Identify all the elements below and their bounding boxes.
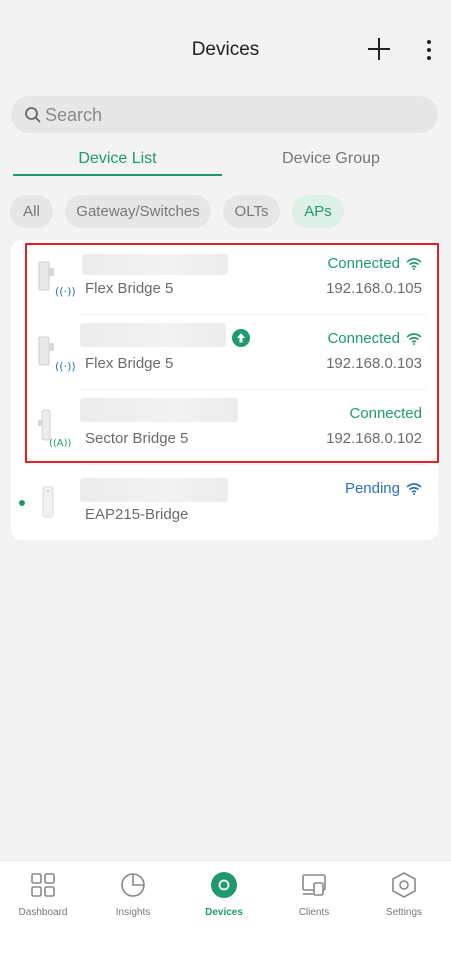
status-text: Connected — [327, 330, 400, 347]
svg-text:((·)): ((·)) — [55, 360, 75, 373]
device-list: ((·)) Flex Bridge 5 Connected 192.168.0.… — [11, 240, 438, 540]
filter-chip-olts[interactable]: OLTs — [223, 195, 280, 228]
search-icon — [25, 107, 41, 123]
wifi-icon — [406, 257, 422, 270]
tab-device-group[interactable]: Device Group — [226, 150, 436, 178]
insights-pie-icon — [121, 873, 145, 897]
nav-label: Insights — [115, 907, 151, 918]
clients-icon — [302, 874, 326, 896]
bottom-nav: Dashboard Insights Devices Clients Setti… — [0, 860, 451, 960]
nav-label: Devices — [205, 907, 243, 918]
wifi-icon — [406, 482, 422, 495]
search-input[interactable]: Search — [11, 96, 438, 133]
nav-label: Clients — [298, 907, 330, 918]
device-name-redacted — [80, 398, 238, 422]
nav-label: Dashboard — [18, 907, 68, 918]
status-text: Connected — [327, 255, 400, 272]
nav-dashboard[interactable]: Dashboard — [3, 871, 83, 918]
wifi-icon — [406, 332, 422, 345]
nav-label: Settings — [385, 907, 423, 918]
filter-chip-all[interactable]: All — [10, 195, 53, 228]
device-name-redacted — [82, 254, 228, 275]
device-name-redacted — [80, 478, 228, 502]
filter-chip-aps[interactable]: APs — [292, 195, 344, 228]
device-ip: 192.168.0.102 — [326, 430, 422, 447]
flex-bridge-device-icon: ((·)) — [38, 336, 75, 373]
device-status: Connected — [349, 405, 422, 422]
device-ip: 192.168.0.105 — [326, 280, 422, 297]
device-model: Sector Bridge 5 — [85, 430, 189, 447]
device-row[interactable]: EAP215-Bridge Pending — [11, 465, 438, 540]
device-model: Flex Bridge 5 — [85, 355, 174, 372]
device-name-redacted — [80, 323, 226, 347]
status-text: Pending — [344, 480, 400, 497]
more-vertical-icon[interactable] — [420, 38, 438, 62]
nav-devices[interactable]: Devices — [184, 871, 264, 918]
plus-icon[interactable] — [366, 36, 392, 62]
device-ip: 192.168.0.103 — [326, 355, 422, 372]
device-model: EAP215-Bridge — [85, 506, 189, 523]
sector-bridge-device-icon: ((A)) — [38, 409, 72, 449]
filter-chip-gateway-switches[interactable]: Gateway/Switches — [65, 195, 211, 228]
device-status: Connected — [327, 330, 422, 347]
nav-settings[interactable]: Settings — [364, 871, 444, 918]
device-row[interactable]: ((·)) Flex Bridge 5 Connected 192.168.0.… — [11, 315, 438, 390]
device-status: Connected — [327, 255, 422, 272]
svg-text:((A)): ((A)) — [49, 438, 72, 449]
devices-icon — [211, 872, 237, 898]
dashboard-icon — [31, 873, 55, 897]
firmware-upgrade-icon[interactable] — [232, 329, 250, 347]
flex-bridge-device-icon: ((·)) — [38, 261, 75, 298]
nav-insights[interactable]: Insights — [93, 871, 173, 918]
eap-bridge-device-icon — [42, 486, 54, 518]
device-row[interactable]: ((·)) Flex Bridge 5 Connected 192.168.0.… — [11, 240, 438, 315]
nav-clients[interactable]: Clients — [274, 871, 354, 918]
settings-hexagon-icon — [392, 872, 416, 898]
device-status: Pending — [345, 480, 422, 497]
search-placeholder: Search — [45, 105, 103, 125]
status-text: Connected — [349, 405, 422, 422]
active-tab-indicator — [13, 174, 222, 176]
new-device-dot — [19, 500, 25, 506]
device-row[interactable]: ((A)) Sector Bridge 5 Connected 192.168.… — [11, 390, 438, 465]
svg-text:((·)): ((·)) — [55, 285, 75, 298]
app-header: Devices — [0, 0, 451, 100]
device-model: Flex Bridge 5 — [85, 280, 174, 297]
